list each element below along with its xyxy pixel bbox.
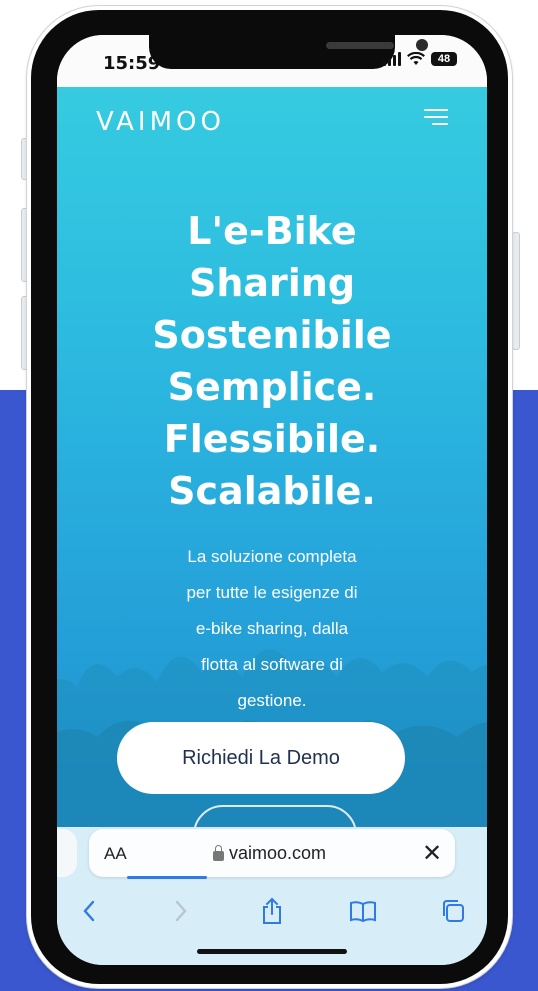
- headline-line: L'e-Bike: [187, 209, 357, 253]
- previous-tab-preview[interactable]: [57, 829, 77, 877]
- hero-section: VAIMOO L'e-Bike Sharing Sostenibile Semp…: [57, 87, 487, 827]
- browser-toolbar: [57, 893, 487, 933]
- subtitle-line: La soluzione completa: [187, 547, 357, 566]
- url-text: vaimoo.com: [229, 843, 327, 863]
- back-icon[interactable]: [71, 893, 107, 929]
- headline-line: Semplice.: [167, 365, 377, 409]
- home-indicator[interactable]: [197, 949, 347, 954]
- wifi-icon: [407, 52, 425, 65]
- headline-line: Sharing: [188, 261, 356, 305]
- notch: [149, 35, 428, 69]
- cellular-signal-icon: [383, 52, 401, 66]
- speaker: [326, 42, 394, 49]
- share-icon[interactable]: [254, 893, 290, 929]
- address-bar[interactable]: AA vaimoo.com ✕: [89, 829, 455, 879]
- url-field[interactable]: vaimoo.com: [213, 843, 326, 864]
- phone-screen: 15:59 48 VAIMOO L'e-Bike Sharing Sosteni…: [57, 35, 487, 965]
- subtitle-line: per tutte le esigenze di: [186, 583, 358, 602]
- vaimoo-logo[interactable]: VAIMOO: [96, 107, 225, 137]
- headline-line: Flessibile.: [163, 417, 381, 461]
- safari-browser-chrome: AA vaimoo.com ✕: [57, 827, 487, 965]
- close-icon[interactable]: ✕: [422, 839, 442, 868]
- status-icons: 48: [383, 52, 457, 66]
- secondary-outline-button[interactable]: [193, 805, 357, 827]
- power-button: [512, 232, 520, 350]
- lock-icon: [213, 844, 224, 861]
- bookmarks-icon[interactable]: [345, 893, 381, 929]
- request-demo-button[interactable]: Richiedi La Demo: [117, 722, 405, 794]
- tabs-icon[interactable]: [435, 893, 471, 929]
- subtitle-line: gestione.: [237, 691, 307, 710]
- forward-icon[interactable]: [163, 893, 199, 929]
- subtitle-line: e-bike sharing, dalla: [195, 619, 349, 638]
- front-camera: [416, 39, 428, 51]
- status-bar: 15:59 48: [57, 35, 487, 87]
- hero-headline: L'e-Bike Sharing Sostenibile Semplice. F…: [57, 205, 487, 517]
- hero-subtitle: La soluzione completa per tutte le esige…: [147, 539, 397, 719]
- subtitle-line: flotta al software di: [201, 655, 343, 674]
- hamburger-menu-icon[interactable]: [424, 107, 450, 127]
- text-size-button[interactable]: AA: [104, 844, 127, 864]
- headline-line: Scalabile.: [168, 469, 376, 513]
- page-load-progress: [127, 876, 207, 879]
- headline-line: Sostenibile: [152, 313, 392, 357]
- battery-icon: 48: [431, 52, 457, 66]
